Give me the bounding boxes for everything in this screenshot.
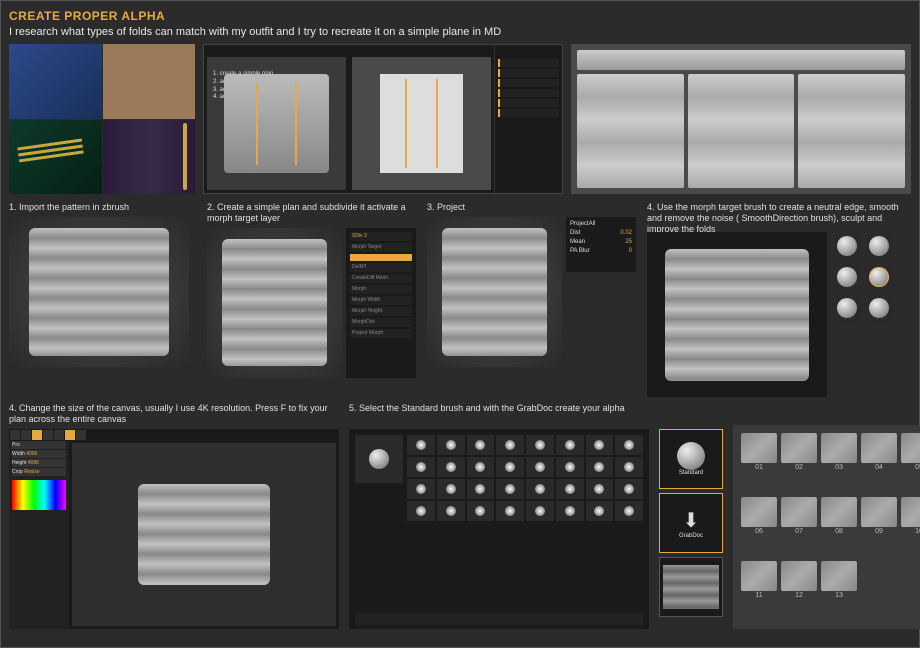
down-arrow-icon: ⬇ xyxy=(683,508,700,533)
ref-tan-leather xyxy=(103,44,196,119)
alpha-12[interactable]: 12 xyxy=(781,561,817,621)
standard-brush-highlight[interactable]: Standard xyxy=(659,429,723,489)
resize-btn[interactable]: Resize xyxy=(24,469,39,475)
step-6-label: 5. Select the Standard brush and with th… xyxy=(349,403,649,425)
standard-brush-icon[interactable] xyxy=(355,435,403,483)
fold-render-1 xyxy=(577,74,684,188)
brush-cell[interactable] xyxy=(407,435,435,455)
fold-render-2 xyxy=(688,74,795,188)
alpha-01[interactable]: 01 xyxy=(741,433,777,493)
ref-green-laced xyxy=(9,120,102,195)
width-value: 4096 xyxy=(26,451,37,457)
step-5-label: 4. Change the size of the canvas, usuall… xyxy=(9,403,339,425)
alpha-07[interactable]: 07 xyxy=(781,497,817,557)
height-value: 4096 xyxy=(28,460,39,466)
standard-label: Standard xyxy=(679,470,703,476)
height-label: Height xyxy=(12,460,26,466)
mean-value: 25 xyxy=(625,239,632,245)
page-subtitle: I research what types of folds can match… xyxy=(9,26,911,38)
alpha-13[interactable]: 13 xyxy=(821,561,857,621)
dist-label: Dist xyxy=(570,230,580,236)
md-property-panel xyxy=(494,45,562,193)
width-label: Width xyxy=(12,451,25,457)
zbrush-toolbar xyxy=(9,429,339,441)
pablur-value: 0 xyxy=(629,248,632,254)
alpha-06[interactable]: 06 xyxy=(741,497,777,557)
delmt-row: DelMT xyxy=(350,263,412,272)
sdiv-row: SDiv 3 xyxy=(350,232,412,241)
alpha-02[interactable]: 02 xyxy=(781,433,817,493)
matcap-5[interactable] xyxy=(833,294,861,322)
projectall-panel: ProjectAll Dist 0.02 Mean 25 PA Blur 0 xyxy=(566,217,636,272)
fold-render-previews xyxy=(571,44,911,194)
alpha-texture-thumb xyxy=(663,565,719,609)
zbrush-projected xyxy=(427,217,562,367)
morphw-slider[interactable]: Morph Width xyxy=(350,296,412,305)
projectall-label[interactable]: ProjectAll xyxy=(570,221,595,227)
brush-grid xyxy=(407,435,643,521)
matcap-1[interactable] xyxy=(833,232,861,260)
md-2d-pattern xyxy=(352,57,491,190)
morphh-slider[interactable]: Morph Height xyxy=(350,307,412,316)
zbrush-plane-subdiv xyxy=(207,228,342,378)
zbrush-imported-pattern xyxy=(9,217,189,367)
brush-options-row xyxy=(355,613,643,625)
ref-blue-fabric xyxy=(9,44,102,119)
matcap-3[interactable] xyxy=(833,263,861,291)
dist-value: 0.02 xyxy=(620,230,632,236)
fold-render-3 xyxy=(798,74,905,188)
zbrush-canvas-screenshot: Half Double Pro Width 4096 Height 4096 C… xyxy=(9,429,339,629)
color-picker[interactable] xyxy=(12,480,66,510)
matcap-2[interactable] xyxy=(865,232,893,260)
fold-strip-render xyxy=(577,50,905,70)
fabric-reference-grid xyxy=(9,44,195,194)
alpha-10[interactable]: 10 xyxy=(901,497,920,557)
mean-label: Mean xyxy=(570,239,585,245)
step-2-label: 2. Create a simple plan and subdivide it… xyxy=(207,202,417,224)
zbrush-viewport xyxy=(72,443,336,626)
alpha-11[interactable]: 11 xyxy=(741,561,777,621)
alpha-04[interactable]: 04 xyxy=(861,433,897,493)
alpha-08[interactable]: 08 xyxy=(821,497,857,557)
step-1-label: 1. Import the pattern in zbrush xyxy=(9,202,197,213)
ref-purple-fabric xyxy=(103,120,196,195)
pro-btn[interactable]: Pro xyxy=(12,442,20,448)
alpha-result xyxy=(659,557,723,617)
step-3-label: 3. Project xyxy=(427,202,637,213)
switch-button[interactable] xyxy=(350,254,412,261)
step-4-label: 4. Use the morph target brush to create … xyxy=(647,202,911,228)
md-3d-view: 1. create a simple plan 2. add internal … xyxy=(207,57,346,190)
md-pattern-plane xyxy=(380,74,463,174)
morph-row: Morph Target xyxy=(350,243,412,252)
zbrush-cleaned-sculpt xyxy=(647,232,827,397)
pablur-label: PA Blur xyxy=(570,248,590,254)
document-size-panel: Half Double Pro Width 4096 Height 4096 C… xyxy=(9,429,69,629)
matcap-6[interactable] xyxy=(865,294,893,322)
md-simulated-cloth xyxy=(224,74,328,174)
grabdoc-button[interactable]: ⬇ GrabDoc xyxy=(659,493,723,553)
matcap-4[interactable] xyxy=(865,263,893,291)
creatediff-row: CreateDiff Mesh xyxy=(350,274,412,283)
alpha-09[interactable]: 09 xyxy=(861,497,897,557)
morph-slider[interactable]: Morph xyxy=(350,285,412,294)
alpha-05[interactable]: 05 xyxy=(901,433,920,493)
projectmorph-row[interactable]: Project Morph xyxy=(350,329,412,338)
alpha-library-grid: 01 02 03 04 05 06 07 08 09 10 11 12 13 xyxy=(733,425,920,629)
brush-picker-panel xyxy=(349,429,649,629)
morph-target-panel: SDiv 3 Morph Target DelMT CreateDiff Mes… xyxy=(346,228,416,378)
page-title: CREATE PROPER ALPHA xyxy=(9,9,911,23)
material-preview-grid xyxy=(833,232,893,397)
marvelous-designer-screenshot: 1. create a simple plan 2. add internal … xyxy=(203,44,563,194)
crop-btn[interactable]: Crop xyxy=(12,469,23,475)
morphdist-slider[interactable]: MorphDist xyxy=(350,318,412,327)
grabdoc-label: GrabDoc xyxy=(679,533,703,539)
alpha-03[interactable]: 03 xyxy=(821,433,857,493)
